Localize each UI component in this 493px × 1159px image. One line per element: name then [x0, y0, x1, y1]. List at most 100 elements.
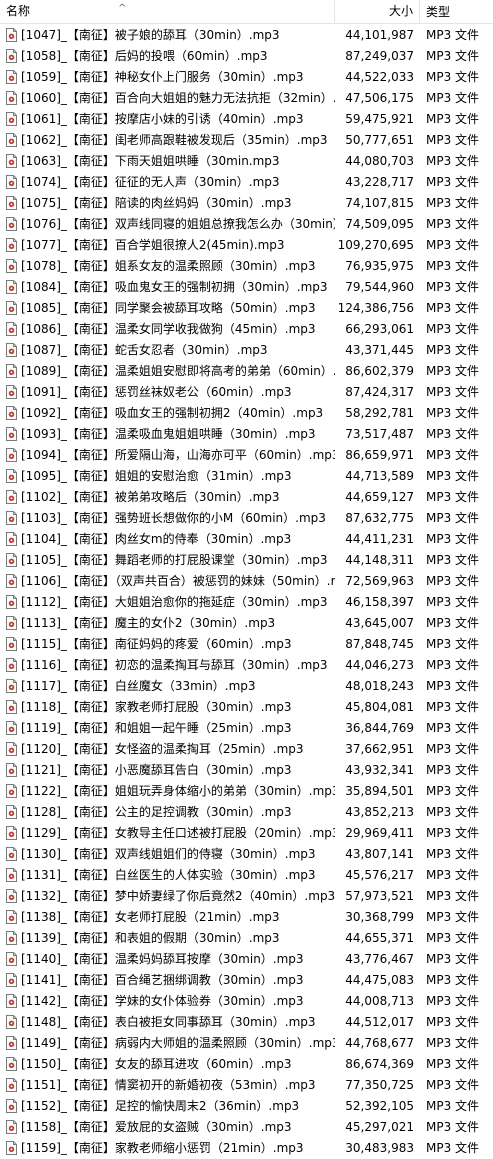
file-type: MP3 文件: [426, 973, 480, 987]
file-size: 74,509,095: [345, 216, 414, 231]
file-row[interactable]: [1059]_【南征】神秘女仆上门服务（30min）.mp3 44,522,033…: [0, 66, 493, 87]
file-row[interactable]: [1061]_【南征】按摩店小妹的引诱（40min）.mp3 59,475,921…: [0, 108, 493, 129]
file-type: MP3 文件: [426, 154, 480, 168]
file-row[interactable]: [1131]_【南征】白丝医生的人体实验（30min）.mp3 45,576,21…: [0, 864, 493, 885]
file-row[interactable]: [1142]_【南征】学妹的女仆体验券（30min）.mp3 44,008,713…: [0, 990, 493, 1011]
file-name-cell: [1148]_【南征】表白被拒女同事舔耳（30min）.mp3: [0, 1013, 335, 1030]
file-size: 79,544,960: [345, 279, 414, 294]
file-name: [1062]_【南征】闺老师高跟鞋被发现后（35min）.mp3: [21, 133, 328, 147]
file-row[interactable]: [1095]_【南征】姐姐的安慰治愈（31min）.mp3 44,713,589 M…: [0, 465, 493, 486]
file-row[interactable]: [1151]_【南征】情窦初开的新婚初夜（53min）.mp3 77,350,72…: [0, 1074, 493, 1095]
file-row[interactable]: [1141]_【南征】百合绳艺捆绑调教（30min）.mp3 44,475,083…: [0, 969, 493, 990]
file-row[interactable]: [1148]_【南征】表白被拒女同事舔耳（30min）.mp3 44,512,01…: [0, 1011, 493, 1032]
file-row[interactable]: [1130]_【南征】双声线姐姐们的侍寝（30min）.mp3 43,807,14…: [0, 843, 493, 864]
file-row[interactable]: [1102]_【南征】被弟弟攻略后（30min）.mp3 44,659,127 MP…: [0, 486, 493, 507]
file-row[interactable]: [1149]_【南征】病弱内大师姐的温柔照顾（30min）.mp3 44,768,…: [0, 1032, 493, 1053]
file-row[interactable]: [1132]_【南征】梦中娇妻绿了你后竟然2（40min）.mp3 57,973,…: [0, 885, 493, 906]
file-type: MP3 文件: [426, 301, 480, 315]
file-name: [1087]_【南征】蛇舌女忍者（30min）.mp3: [21, 343, 268, 357]
file-row[interactable]: [1117]_【南征】白丝魔女（33min）.mp3 48,018,243 MP3 …: [0, 675, 493, 696]
file-type: MP3 文件: [426, 910, 480, 924]
file-row[interactable]: [1089]_【南征】温柔姐姐安慰即将高考的弟弟（60min）.mp3 86,60…: [0, 360, 493, 381]
file-row[interactable]: [1103]_【南征】强势班长想做你的小M（60min）.mp3 87,632,7…: [0, 507, 493, 528]
file-name-cell: [1129]_【南征】女教导主任口述被打屁股（20min）.mp3: [0, 824, 335, 841]
file-size: 86,602,379: [345, 363, 414, 378]
file-size: 73,517,487: [345, 426, 414, 441]
file-row[interactable]: [1076]_【南征】双声线同寝的姐姐总撩我怎么办（30min）.mp3 74,5…: [0, 213, 493, 234]
file-row[interactable]: [1139]_【南征】和表姐的假期（30min）.mp3 44,655,371 MP…: [0, 927, 493, 948]
file-row[interactable]: [1084]_【南征】吸血鬼女王的强制初拥（30min）.mp3 79,544,9…: [0, 276, 493, 297]
file-size: 46,158,397: [345, 594, 414, 609]
file-row[interactable]: [1159]_【南征】家教老师缩小惩罚（21min）.mp3 30,483,983…: [0, 1137, 493, 1158]
file-row[interactable]: [1140]_【南征】温柔妈妈舔耳按摩（30min）.mp3 43,776,467…: [0, 948, 493, 969]
mp3-file-icon: [6, 783, 17, 798]
file-name-cell: [1093]_【南征】温柔吸血鬼姐姐哄睡（30min）.mp3: [0, 425, 335, 442]
file-row[interactable]: [1091]_【南征】惩罚丝袜奴老公（60min）.mp3 87,424,317 M…: [0, 381, 493, 402]
file-type: MP3 文件: [426, 1099, 480, 1113]
file-size: 36,844,769: [345, 720, 414, 735]
file-row[interactable]: [1158]_【南征】爱放屁的女盗贼（30min）.mp3 45,297,021 M…: [0, 1116, 493, 1137]
file-row[interactable]: [1122]_【南征】姐姐玩弄身体缩小的弟弟（30min）.mp3 35,894,…: [0, 780, 493, 801]
file-size: 30,483,983: [345, 1140, 414, 1155]
file-row[interactable]: [1112]_【南征】大姐姐治愈你的拖延症（30min）.mp3 46,158,3…: [0, 591, 493, 612]
mp3-file-icon: [6, 1098, 17, 1113]
file-row[interactable]: [1118]_【南征】家教老师打屁股（30min）.mp3 45,804,081 M…: [0, 696, 493, 717]
file-name-cell: [1094]_【南征】所爱隔山海，山海亦可平（60min）.mp3: [0, 446, 335, 463]
file-name: [1084]_【南征】吸血鬼女王的强制初拥（30min）.mp3: [21, 280, 328, 294]
file-size: 50,777,651: [345, 132, 414, 147]
file-name-cell: [1121]_【南征】小恶魔舔耳告白（30min）.mp3: [0, 761, 335, 778]
file-type: MP3 文件: [426, 196, 480, 210]
file-row[interactable]: [1085]_【南征】同学聚会被舔耳攻略（50min）.mp3 124,386,7…: [0, 297, 493, 318]
file-row[interactable]: [1106]_【南征】（双声共百合）被惩罚的妹妹（50min）.mp3 72,56…: [0, 570, 493, 591]
file-size: 66,293,061: [345, 321, 414, 336]
file-row[interactable]: [1152]_【南征】足控的愉快周末2（36min）.mp3 52,392,105…: [0, 1095, 493, 1116]
file-row[interactable]: [1094]_【南征】所爱隔山海，山海亦可平（60min）.mp3 86,659,…: [0, 444, 493, 465]
mp3-file-icon: [6, 867, 17, 882]
column-header-type[interactable]: 类型: [420, 3, 493, 20]
file-row[interactable]: [1105]_【南征】舞蹈老师的打屁股课堂（30min）.mp3 44,148,3…: [0, 549, 493, 570]
file-size: 43,371,445: [345, 342, 414, 357]
file-type: MP3 文件: [426, 994, 480, 1008]
file-row[interactable]: [1121]_【南征】小恶魔舔耳告白（30min）.mp3 43,932,341 M…: [0, 759, 493, 780]
file-name-cell: [1140]_【南征】温柔妈妈舔耳按摩（30min）.mp3: [0, 950, 335, 967]
column-header-size[interactable]: 大小: [335, 0, 420, 23]
file-row[interactable]: [1062]_【南征】闺老师高跟鞋被发现后（35min）.mp3 50,777,6…: [0, 129, 493, 150]
file-name-cell: [1158]_【南征】爱放屁的女盗贼（30min）.mp3: [0, 1118, 335, 1135]
file-row[interactable]: [1086]_【南征】温柔女同学收我做狗（45min）.mp3 66,293,06…: [0, 318, 493, 339]
file-row[interactable]: [1074]_【南征】征征的无人声（30min）.mp3 43,228,717 MP…: [0, 171, 493, 192]
file-row[interactable]: [1128]_【南征】公主的足控调教（30min）.mp3 43,852,213 M…: [0, 801, 493, 822]
file-row[interactable]: [1047]_【南征】被子娘的舔耳（30min）.mp3 44,101,987 MP…: [0, 24, 493, 45]
file-row[interactable]: [1113]_【南征】魔主的女仆2（30min）.mp3 43,645,007 MP…: [0, 612, 493, 633]
file-row[interactable]: [1092]_【南征】吸血女王的强制初拥2（40min）.mp3 58,292,7…: [0, 402, 493, 423]
file-name: [1093]_【南征】温柔吸血鬼姐姐哄睡（30min）.mp3: [21, 427, 316, 441]
file-type: MP3 文件: [426, 616, 480, 630]
column-header-name[interactable]: 名称 ^: [0, 0, 335, 23]
file-row[interactable]: [1087]_【南征】蛇舌女忍者（30min）.mp3 43,371,445 MP3…: [0, 339, 493, 360]
file-type: MP3 文件: [426, 826, 480, 840]
file-row[interactable]: [1063]_【南征】下雨天姐姐哄睡（30min.mp3 44,080,703 MP…: [0, 150, 493, 171]
file-size: 43,645,007: [345, 615, 414, 630]
file-type: MP3 文件: [426, 658, 480, 672]
file-row[interactable]: [1058]_【南征】后妈的投喂（60min）.mp3 87,249,037 MP3…: [0, 45, 493, 66]
file-row[interactable]: [1060]_【南征】百合向大姐姐的魅力无法抗拒（32min）.mp3 47,50…: [0, 87, 493, 108]
file-row[interactable]: [1093]_【南征】温柔吸血鬼姐姐哄睡（30min）.mp3 73,517,48…: [0, 423, 493, 444]
file-name: [1116]_【南征】初恋的温柔掏耳与舔耳（30min）.mp3: [21, 658, 328, 672]
file-size: 87,632,775: [345, 510, 414, 525]
file-name-cell: [1138]_【南征】女老师打屁股（21min）.mp3: [0, 908, 335, 925]
file-size: 72,569,963: [345, 573, 414, 588]
file-row[interactable]: [1077]_【南征】百合学姐很撩人2(45min).mp3 109,270,69…: [0, 234, 493, 255]
file-row[interactable]: [1116]_【南征】初恋的温柔掏耳与舔耳（30min）.mp3 44,046,2…: [0, 654, 493, 675]
file-size: 124,386,756: [337, 300, 414, 315]
file-row[interactable]: [1138]_【南征】女老师打屁股（21min）.mp3 30,368,799 MP…: [0, 906, 493, 927]
file-size: 44,655,371: [345, 930, 414, 945]
file-row[interactable]: [1119]_【南征】和姐姐一起午睡（25min）.mp3 36,844,769 M…: [0, 717, 493, 738]
file-row[interactable]: [1078]_【南征】姐系女友的温柔照顾（30min）.mp3 76,935,97…: [0, 255, 493, 276]
file-row[interactable]: [1150]_【南征】女友的舔耳进攻（60min）.mp3 86,674,369 M…: [0, 1053, 493, 1074]
mp3-file-icon: [6, 636, 17, 651]
file-row[interactable]: [1104]_【南征】肉丝女m的侍奉（30min）.mp3 44,411,231 M…: [0, 528, 493, 549]
file-row[interactable]: [1075]_【南征】陪读的肉丝妈妈（30min）.mp3 74,107,815 M…: [0, 192, 493, 213]
file-row[interactable]: [1120]_【南征】女怪盗的温柔掏耳（25min）.mp3 37,662,951…: [0, 738, 493, 759]
file-size: 44,411,231: [345, 531, 414, 546]
file-row[interactable]: [1129]_【南征】女教导主任口述被打屁股（20min）.mp3 29,969,…: [0, 822, 493, 843]
file-row[interactable]: [1115]_【南征】南征妈妈的疼爱（60min）.mp3 87,848,745 M…: [0, 633, 493, 654]
